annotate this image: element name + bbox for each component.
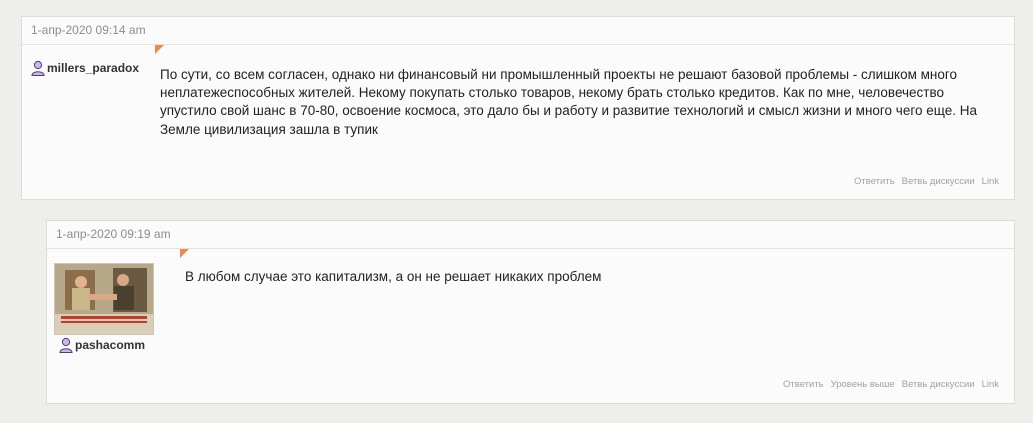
reply-link[interactable]: Ответить — [783, 379, 824, 390]
permalink-link[interactable]: Link — [982, 379, 999, 390]
comment-author[interactable]: millers_paradox — [31, 60, 139, 76]
comment-text: В любом случае это капитализм, а он не р… — [185, 269, 602, 284]
avatar[interactable] — [54, 263, 154, 335]
comment-timestamp: 1-апр-2020 09:14 am — [22, 17, 1014, 45]
thread-link[interactable]: Ветвь дискуссии — [902, 176, 975, 187]
thread-link[interactable]: Ветвь дискуссии — [902, 379, 975, 390]
comment-text: По сути, со всем согласен, однако ни фин… — [160, 67, 977, 137]
permalink-link[interactable]: Link — [982, 176, 999, 187]
comment: 1-апр-2020 09:19 am pashacomm В любом сл… — [46, 220, 1015, 404]
comment-accent-marker — [180, 249, 189, 258]
comment-actions: Ответить Ветвь дискуссии Link — [854, 176, 999, 187]
comment-actions: Ответить Уровень выше Ветвь дискуссии Li… — [783, 379, 999, 390]
user-icon — [31, 60, 45, 76]
comment: 1-апр-2020 09:14 am millers_paradox По с… — [21, 16, 1015, 200]
comment-timestamp: 1-апр-2020 09:19 am — [47, 221, 1014, 249]
comment-accent-marker — [155, 45, 164, 54]
reply-link[interactable]: Ответить — [854, 176, 895, 187]
comment-author-name[interactable]: pashacomm — [75, 338, 145, 352]
parent-link[interactable]: Уровень выше — [831, 379, 895, 390]
user-icon — [59, 337, 73, 353]
comment-author[interactable]: pashacomm — [59, 337, 145, 353]
comment-author-name[interactable]: millers_paradox — [47, 61, 139, 75]
